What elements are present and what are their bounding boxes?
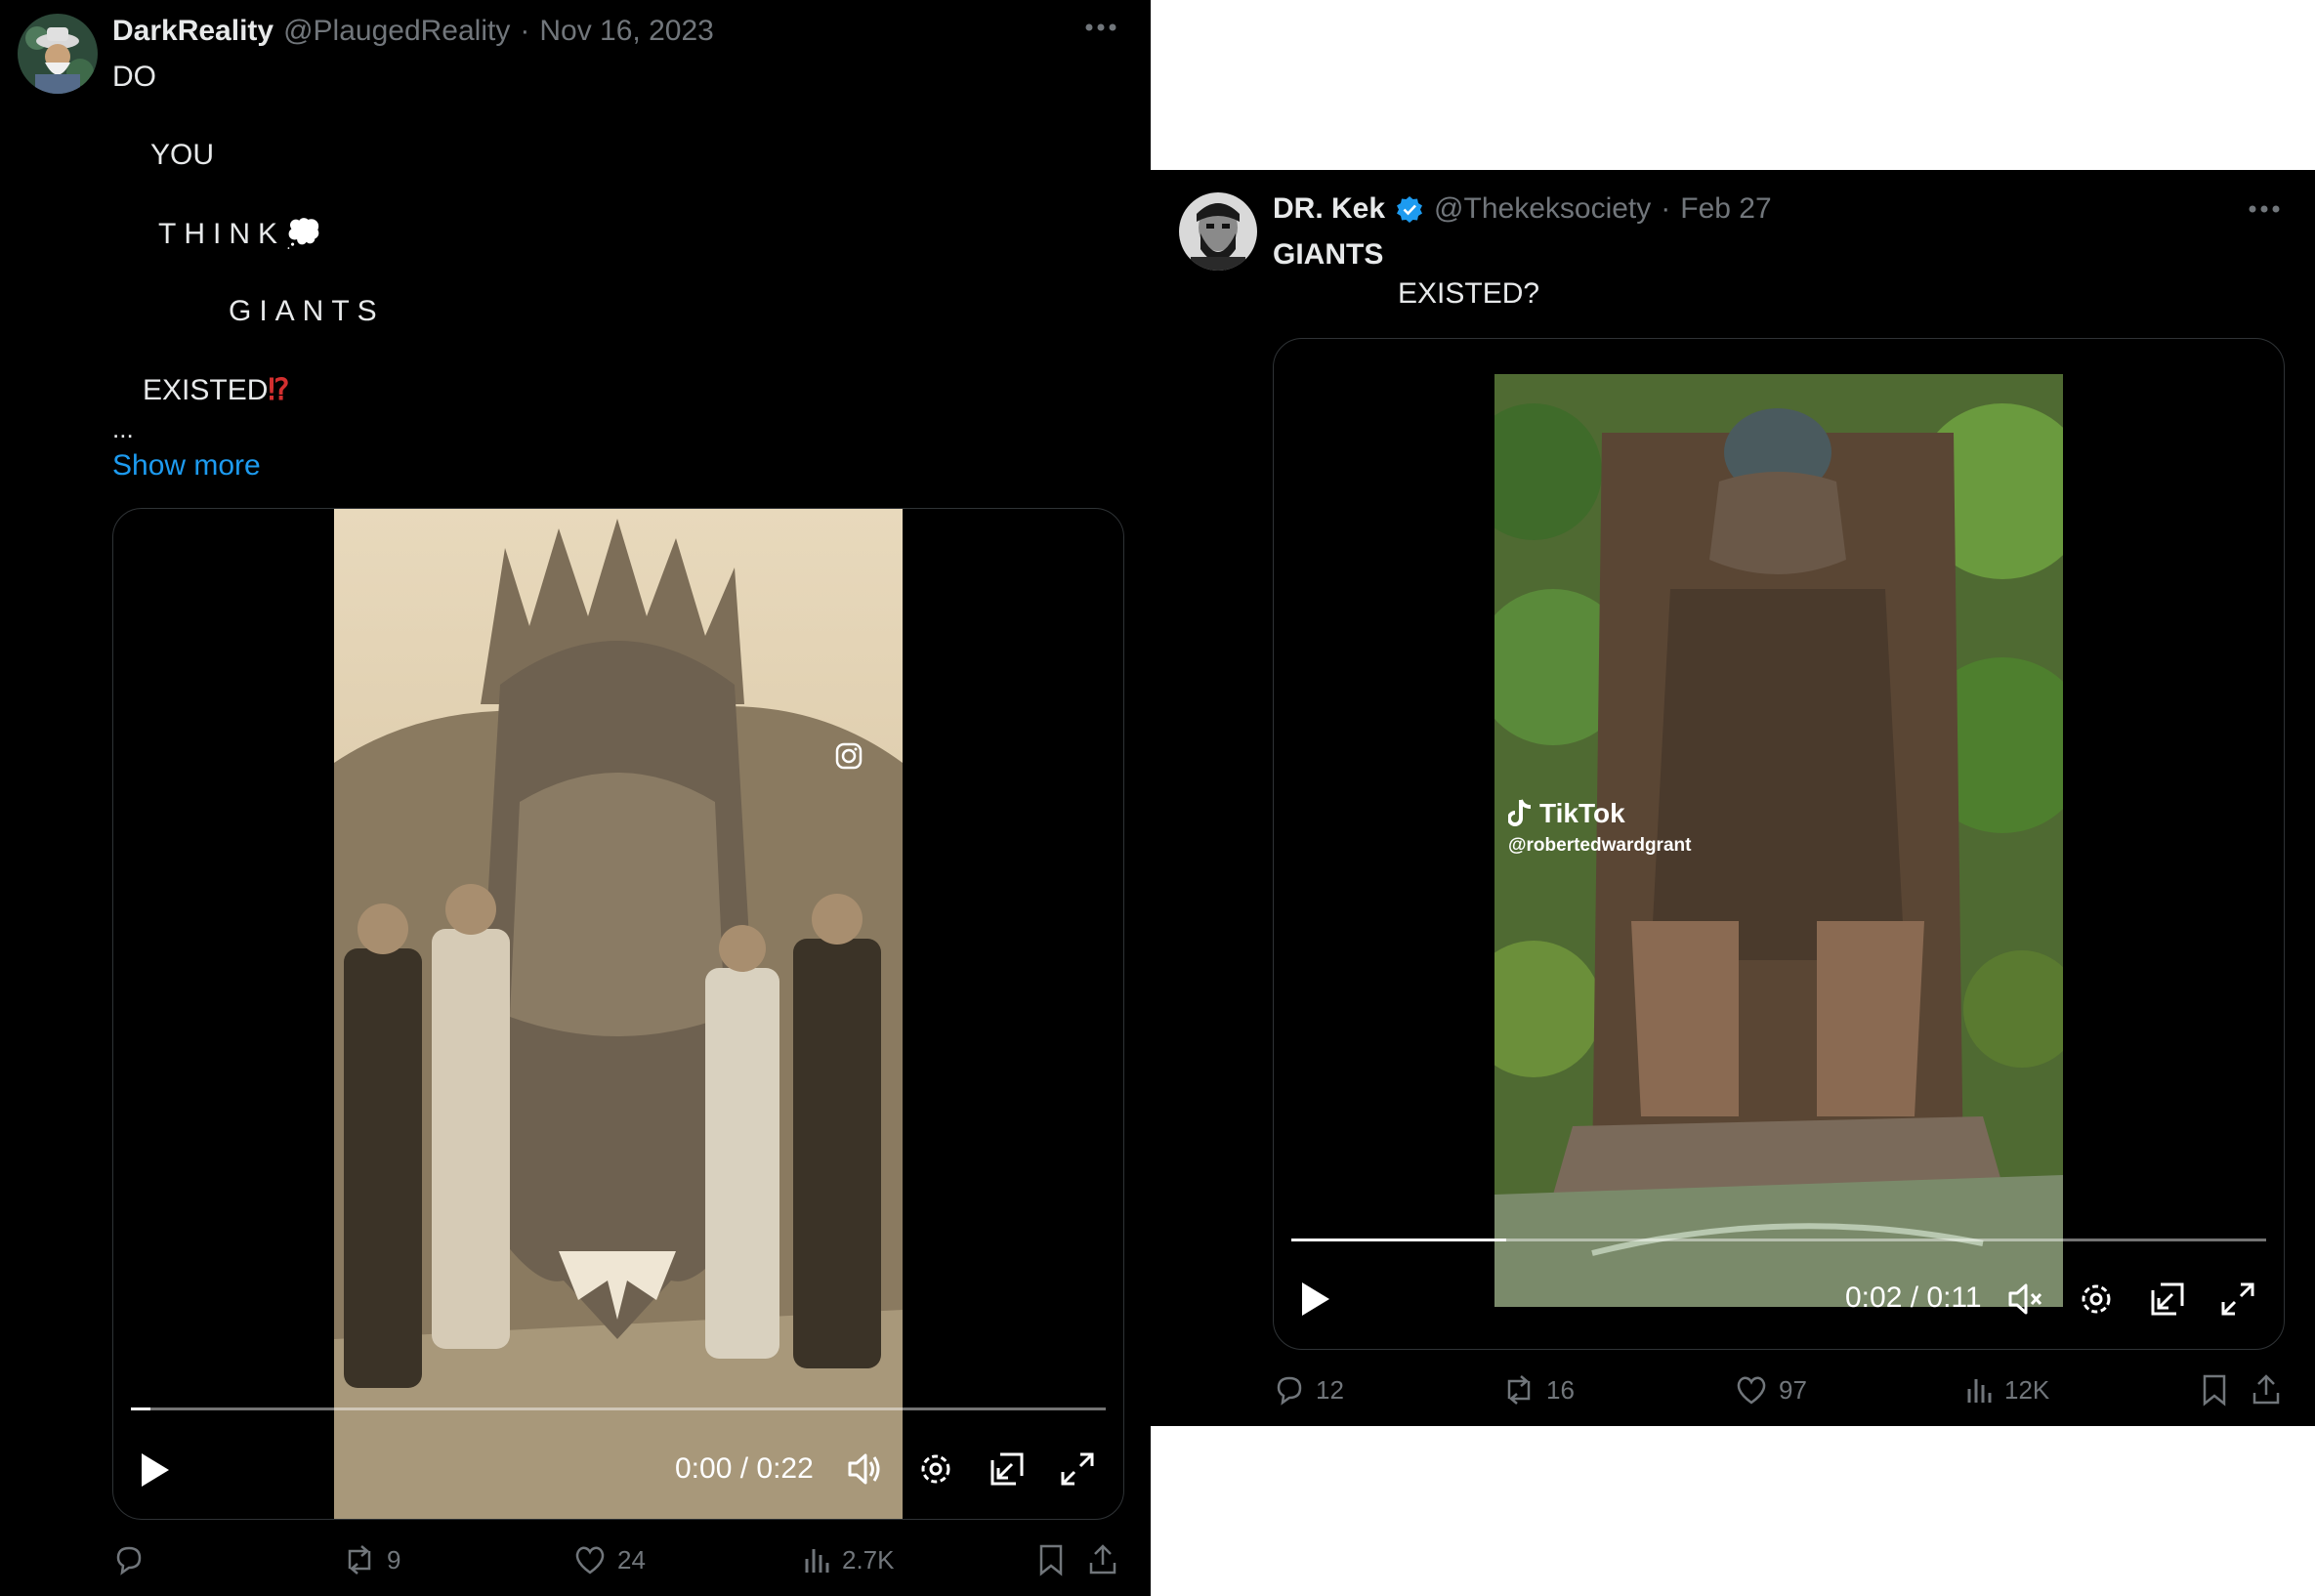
- muted-volume-icon[interactable]: [2006, 1280, 2045, 1319]
- tweet-text-line-you: YOU: [150, 139, 215, 171]
- interrobang-emoji: ⁉: [268, 374, 290, 406]
- fullscreen-icon[interactable]: [2219, 1281, 2256, 1318]
- volume-icon[interactable]: [846, 1449, 885, 1489]
- more-options-icon[interactable]: [1084, 21, 1117, 33]
- views-button[interactable]: 2.7K: [803, 1543, 895, 1576]
- tweet-date[interactable]: Nov 16, 2023: [539, 15, 713, 48]
- verified-badge-icon: [1395, 194, 1424, 224]
- video-player[interactable]: TikTok @robertedwardgrant 0:02 / 0:11: [1273, 338, 2285, 1350]
- video-player[interactable]: 0:00 / 0:22: [112, 508, 1124, 1520]
- repost-button[interactable]: 16: [1501, 1373, 1575, 1407]
- separator-dot: ·: [1661, 192, 1671, 225]
- play-button[interactable]: [1298, 1281, 1331, 1318]
- instagram-icon: [834, 741, 863, 771]
- view-count: 12K: [2004, 1374, 2050, 1405]
- tiktok-watermark: TikTok @robertedwardgrant: [1508, 798, 1691, 857]
- video-progress-fill: [1291, 1239, 1506, 1241]
- tweet-darkreality: DarkReality @PlaugedReality · Nov 16, 20…: [0, 0, 1151, 1596]
- repost-count: 16: [1546, 1374, 1575, 1405]
- reply-button[interactable]: 12: [1273, 1373, 1344, 1407]
- view-count: 2.7K: [842, 1544, 895, 1575]
- like-count: 97: [1779, 1374, 1807, 1405]
- video-progress-bar[interactable]: [1291, 1239, 2266, 1241]
- picture-in-picture-icon[interactable]: [989, 1450, 1026, 1488]
- settings-gear-icon[interactable]: [917, 1450, 954, 1488]
- tiktok-username: @robertedwardgrant: [1508, 835, 1692, 856]
- like-button[interactable]: 24: [572, 1543, 646, 1576]
- avatar-darkreality[interactable]: [18, 14, 98, 94]
- reply-button[interactable]: [112, 1543, 155, 1576]
- thought-balloon-emoji: 💭: [285, 218, 322, 250]
- like-count: 24: [617, 1544, 646, 1575]
- bookmark-icon[interactable]: [1037, 1543, 1065, 1576]
- bookmark-icon[interactable]: [2201, 1373, 2228, 1407]
- share-icon[interactable]: [2251, 1373, 2282, 1407]
- ellipsis: ...: [112, 414, 134, 443]
- picture-in-picture-icon[interactable]: [2149, 1281, 2186, 1318]
- more-options-icon[interactable]: [2248, 203, 2281, 215]
- video-progress-bar[interactable]: [131, 1407, 1106, 1410]
- tweet-date[interactable]: Feb 27: [1680, 192, 1771, 226]
- display-name[interactable]: DarkReality: [112, 15, 274, 48]
- video-frame-dragon-photo[interactable]: [334, 509, 903, 1519]
- handle[interactable]: @PlaugedReality: [283, 15, 510, 48]
- separator-dot: ·: [520, 15, 530, 47]
- fullscreen-icon[interactable]: [1059, 1450, 1096, 1488]
- tweet-drkek: DR. Kek @Thekeksociety · Feb 27 GIANTS E…: [1151, 170, 2315, 1426]
- video-progress-fill: [131, 1407, 150, 1410]
- tweet-text-line-think: THINK: [158, 218, 285, 250]
- share-icon[interactable]: [1087, 1543, 1118, 1576]
- video-time: 0:02 / 0:11: [1845, 1281, 1982, 1314]
- tweet-text-line-think-row: THINK💭: [158, 217, 321, 251]
- tweet-text-line-giants: GIANTS: [1273, 238, 1384, 271]
- tweet-text-line-existed-row: EXISTED⁉: [143, 373, 289, 407]
- handle[interactable]: @Thekeksociety: [1434, 192, 1651, 226]
- repost-count: 9: [387, 1544, 401, 1575]
- show-more-link[interactable]: Show more: [112, 449, 261, 483]
- like-button[interactable]: 97: [1734, 1373, 1807, 1407]
- tweet-text-line-existed: EXISTED?: [1398, 277, 1540, 310]
- avatar-drkek[interactable]: [1179, 192, 1257, 271]
- settings-gear-icon[interactable]: [2078, 1281, 2115, 1318]
- repost-button[interactable]: 9: [342, 1543, 400, 1576]
- play-button[interactable]: [138, 1451, 171, 1489]
- tweet-text-line-giants: GIANTS: [229, 295, 385, 327]
- video-time: 0:00 / 0:22: [675, 1452, 814, 1485]
- tweet-text-line-existed: EXISTED: [143, 374, 269, 406]
- display-name[interactable]: DR. Kek: [1273, 192, 1385, 226]
- tweet-text-line-do: DO: [112, 61, 156, 93]
- tiktok-brand: TikTok: [1539, 798, 1625, 828]
- views-button[interactable]: 12K: [1965, 1373, 2049, 1407]
- reply-count: 12: [1316, 1374, 1344, 1405]
- tiktok-logo-icon: [1508, 798, 1534, 829]
